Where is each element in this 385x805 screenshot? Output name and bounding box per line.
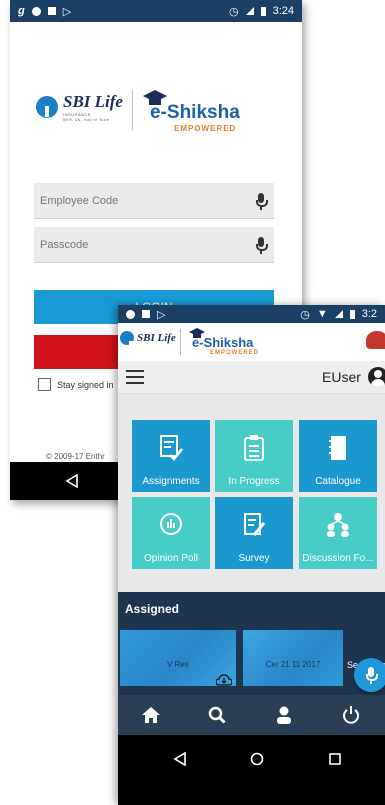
cloud-download-icon[interactable]	[216, 674, 232, 686]
mic-icon[interactable]	[254, 192, 268, 210]
home-icon	[142, 707, 160, 723]
nav-profile[interactable]	[251, 695, 317, 735]
course-card[interactable]: V Res	[120, 630, 236, 686]
menu-icon[interactable]	[126, 370, 144, 384]
tile-label: Discussion Fo...	[302, 553, 374, 564]
user-name[interactable]: EUser	[322, 369, 361, 385]
logo-divider	[180, 329, 181, 355]
dashboard-screen: ▷ ◷ ▼ 3:2 SBI Life e-Shiksha EMPOWERED E…	[118, 305, 385, 805]
alarm-icon: ◷	[228, 5, 239, 18]
stay-signed-label: Stay signed in	[57, 379, 114, 390]
logo-divider	[132, 90, 133, 130]
user-avatar-icon[interactable]	[368, 367, 385, 387]
tile-opinion-poll[interactable]: Opinion Poll	[132, 497, 210, 569]
assigned-heading: Assigned	[125, 602, 180, 616]
course-card[interactable]: Cer 21 11 2017	[243, 630, 343, 686]
employee-code-placeholder: Employee Code	[40, 194, 119, 207]
status-bar: g ▷ ◷ 3:24	[10, 0, 302, 22]
bottom-nav	[118, 695, 385, 735]
clipboard-list-icon	[244, 435, 264, 461]
voice-fab[interactable]	[354, 658, 385, 692]
image-icon	[47, 7, 56, 15]
stay-signed-in[interactable]: Stay signed in	[38, 378, 114, 391]
tile-label: Catalogue	[315, 476, 361, 487]
alarm-icon: ◷	[300, 308, 310, 321]
power-icon	[343, 706, 359, 724]
android-nav-bar	[118, 735, 385, 805]
toolbar: EUser	[118, 361, 385, 394]
recents-nav-icon[interactable]	[328, 752, 342, 766]
image-icon	[142, 310, 150, 318]
wifi-icon: ▼	[316, 308, 328, 320]
play-store-icon: ▷	[157, 308, 166, 321]
passcode-placeholder: Passcode	[40, 238, 89, 251]
assigned-section: Assigned V Res Cer 21 11 2017 See More	[118, 592, 385, 695]
eshiksha-name: e-Shiksha	[150, 102, 240, 123]
sbi-life-logo: SBI Life INSURANCE With Us, You're Sure	[36, 92, 123, 122]
stay-signed-checkbox[interactable]	[38, 378, 51, 391]
tile-discussion-forum[interactable]: Discussion Fo...	[299, 497, 377, 569]
home-nav-icon[interactable]	[250, 752, 264, 766]
carrier-icon: g	[18, 5, 25, 17]
tile-label: Survey	[238, 553, 270, 564]
notification-dot-icon	[31, 6, 41, 16]
assignment-check-icon	[160, 435, 183, 461]
signal-icon	[334, 310, 343, 318]
employee-code-field[interactable]: Employee Code	[34, 183, 274, 219]
tile-label: Assignments	[142, 476, 200, 487]
sbi-life-tagline: With Us, You're Sure	[63, 117, 110, 122]
clock: 3:24	[272, 5, 294, 17]
sbi-keyhole-icon	[36, 96, 58, 118]
tile-catalogue[interactable]: Catalogue	[299, 420, 377, 492]
tile-survey[interactable]: Survey	[215, 497, 293, 569]
sbi-life-logo: SBI Life	[120, 331, 176, 352]
eshiksha-sub: EMPOWERED	[174, 124, 237, 133]
sbi-life-name: SBI Life	[137, 332, 176, 344]
person-icon	[277, 706, 291, 724]
mic-icon[interactable]	[254, 236, 268, 254]
copyright-footer: © 2009-17 Enthr	[46, 452, 105, 461]
signal-icon	[245, 7, 254, 15]
clock: 3:2	[361, 308, 377, 320]
back-nav-icon[interactable]	[173, 752, 187, 766]
course-card-title: Cer 21 11 2017	[265, 660, 321, 669]
sbi-life-name: SBI Life	[63, 92, 123, 111]
chat-poll-icon	[160, 513, 182, 535]
nav-logout[interactable]	[318, 695, 384, 735]
notification-dot-icon	[126, 309, 135, 319]
sbi-keyhole-icon	[120, 331, 134, 352]
eshiksha-sub: EMPOWERED	[210, 350, 260, 356]
app-header: SBI Life e-Shiksha EMPOWERED	[118, 323, 385, 361]
tile-label: Opinion Poll	[144, 553, 198, 564]
passcode-field[interactable]: Passcode	[34, 227, 274, 263]
battery-icon	[260, 6, 266, 16]
eshiksha-name: e-Shiksha	[192, 335, 254, 350]
notebook-icon	[329, 436, 346, 460]
back-nav-icon[interactable]	[65, 474, 79, 488]
play-store-icon: ▷	[62, 5, 72, 18]
tile-label: In Progress	[228, 476, 280, 487]
battery-icon	[349, 309, 355, 319]
course-card-title: V Res	[167, 660, 189, 669]
tile-assignments[interactable]: Assignments	[132, 420, 210, 492]
nav-search[interactable]	[184, 695, 250, 735]
tile-in-progress[interactable]: In Progress	[215, 420, 293, 492]
group-people-icon	[327, 513, 349, 537]
mic-icon	[364, 666, 378, 684]
mascot-icon	[366, 331, 385, 349]
status-bar: ▷ ◷ ▼ 3:2	[118, 305, 385, 323]
search-icon	[208, 706, 226, 724]
survey-edit-icon	[244, 513, 266, 536]
nav-home[interactable]	[118, 695, 184, 735]
